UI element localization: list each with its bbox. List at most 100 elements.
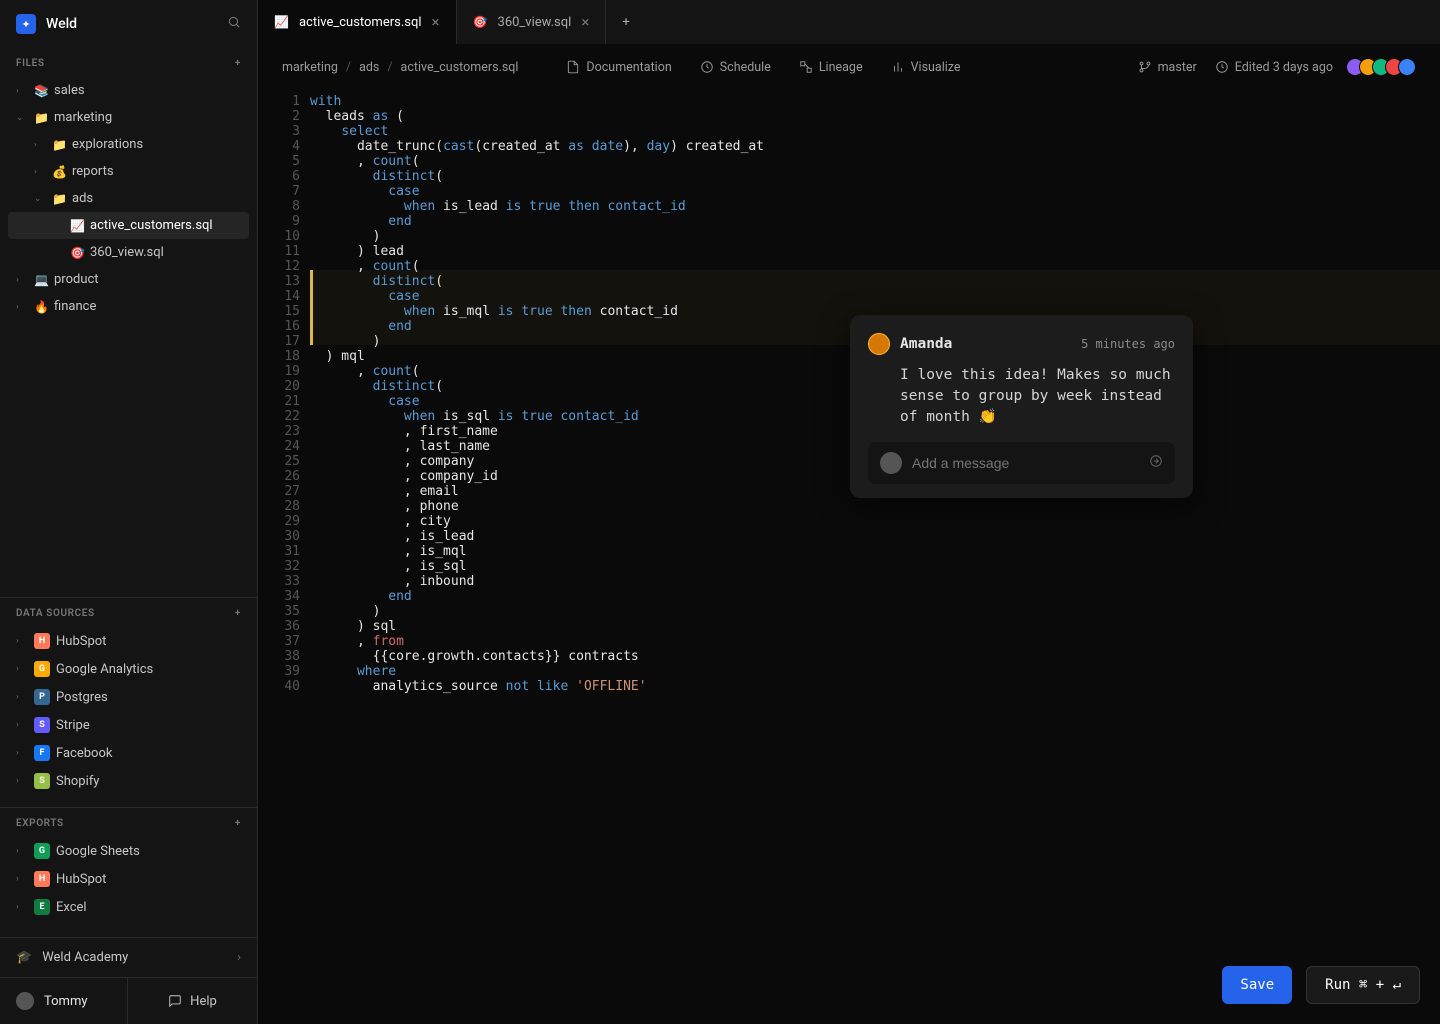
- file-label: explorations: [72, 137, 143, 152]
- file-tree-item[interactable]: ›📚sales: [8, 77, 249, 104]
- file-icon: 📈: [70, 219, 84, 233]
- send-icon[interactable]: [1149, 454, 1163, 472]
- file-tree-item[interactable]: 📈active_customers.sql: [8, 212, 249, 239]
- brand-logo-icon: ✦: [16, 14, 36, 34]
- export-icon: G: [34, 843, 50, 859]
- datasource-item[interactable]: › S Stripe: [8, 711, 249, 739]
- visualize-button[interactable]: Visualize: [891, 60, 961, 75]
- comment-author: Amanda: [900, 337, 952, 352]
- exports-label: EXPORTS: [16, 818, 64, 829]
- file-tree-item[interactable]: ›💰reports: [8, 158, 249, 185]
- line-gutter: 1234567891011121314151617181920212223242…: [258, 90, 310, 1024]
- exports-section-header: EXPORTS +: [0, 808, 257, 835]
- file-label: sales: [54, 83, 85, 98]
- export-icon: H: [34, 871, 50, 887]
- editor-footer-actions: Save Run ⌘ + ↵: [1222, 966, 1420, 1004]
- datasources-section-header: DATA SOURCES +: [0, 598, 257, 625]
- file-icon: 💻: [34, 273, 48, 287]
- export-item[interactable]: ›HHubSpot: [8, 865, 249, 893]
- datasource-icon: S: [34, 717, 50, 733]
- save-button[interactable]: Save: [1222, 966, 1292, 1004]
- doc-icon: [566, 60, 580, 74]
- datasource-label: Google Analytics: [56, 662, 153, 677]
- breadcrumb-2[interactable]: active_customers.sql: [401, 60, 519, 75]
- chevron-icon: ›: [16, 720, 28, 730]
- datasource-label: Stripe: [56, 718, 90, 733]
- add-file-icon[interactable]: +: [235, 58, 241, 69]
- lineage-button[interactable]: Lineage: [799, 60, 863, 75]
- comment-time: 5 minutes ago: [1081, 337, 1175, 352]
- brand: ✦ Weld: [0, 0, 257, 48]
- comment-thread: Amanda 5 minutes ago I love this idea! M…: [850, 315, 1193, 498]
- export-icon: E: [34, 899, 50, 915]
- chevron-icon: ⌄: [16, 113, 28, 123]
- datasource-item[interactable]: ›SShopify: [8, 767, 249, 795]
- datasource-item[interactable]: ›GGoogle Analytics: [8, 655, 249, 683]
- academy-label: Weld Academy: [42, 950, 128, 965]
- branch-indicator[interactable]: master: [1138, 60, 1197, 75]
- file-tree-item[interactable]: ›💻product: [8, 266, 249, 293]
- export-item[interactable]: ›EExcel: [8, 893, 249, 921]
- datasource-icon: S: [34, 773, 50, 789]
- export-item[interactable]: ›GGoogle Sheets: [8, 837, 249, 865]
- datasources-tree: ›HHubSpot›GGoogle Analytics›PPostgres›SS…: [0, 625, 257, 797]
- add-datasource-icon[interactable]: +: [235, 608, 241, 619]
- datasource-label: Postgres: [56, 690, 108, 705]
- file-icon: 📁: [52, 192, 66, 206]
- add-export-icon[interactable]: +: [235, 818, 241, 829]
- editor-tab[interactable]: 📈active_customers.sql×: [258, 0, 457, 44]
- help-link[interactable]: Help: [128, 978, 257, 1024]
- tab-label: 360_view.sql: [498, 15, 572, 30]
- file-tree-item[interactable]: ⌄ 📁 marketing: [8, 104, 249, 131]
- user-avatar-icon: [16, 992, 34, 1010]
- breadcrumb-1[interactable]: ads: [359, 60, 379, 75]
- editor-tab[interactable]: 🎯360_view.sql×: [457, 0, 607, 44]
- tab-icon: 📈: [274, 15, 289, 29]
- datasource-item[interactable]: ›FFacebook: [8, 739, 249, 767]
- exports-tree: ›GGoogle Sheets›HHubSpot›EExcel: [0, 835, 257, 923]
- file-tree-item[interactable]: ›📁explorations: [8, 131, 249, 158]
- breadcrumb-sep: /: [387, 60, 392, 75]
- code-area[interactable]: with leads as ( select date_trunc(cast(c…: [310, 90, 1440, 1024]
- run-button[interactable]: Run ⌘ + ↵: [1306, 966, 1420, 1004]
- search-icon[interactable]: [227, 15, 241, 33]
- file-icon: 📁: [34, 111, 48, 125]
- datasource-label: Facebook: [56, 746, 112, 761]
- file-label: finance: [54, 299, 96, 314]
- chevron-icon: ›: [16, 636, 28, 646]
- datasource-icon: H: [34, 633, 50, 649]
- file-icon: 🔥: [34, 300, 48, 314]
- datasource-item[interactable]: ›PPostgres: [8, 683, 249, 711]
- file-label: 360_view.sql: [90, 245, 164, 260]
- current-user[interactable]: Tommy: [0, 978, 128, 1024]
- weld-academy-link[interactable]: 🎓 Weld Academy ›: [0, 937, 257, 977]
- export-label: Excel: [56, 900, 87, 915]
- export-label: Google Sheets: [56, 844, 140, 859]
- export-label: HubSpot: [56, 872, 106, 887]
- datasource-label: HubSpot: [56, 634, 106, 649]
- file-label: marketing: [54, 110, 112, 125]
- code-editor[interactable]: 1234567891011121314151617181920212223242…: [258, 90, 1440, 1024]
- collaborator-avatars[interactable]: [1351, 58, 1416, 76]
- file-tree-item[interactable]: ›🔥finance: [8, 293, 249, 320]
- chevron-icon: ›: [34, 167, 46, 177]
- chevron-icon: ›: [16, 692, 28, 702]
- comment-avatar-icon: [868, 333, 890, 355]
- help-label: Help: [190, 994, 217, 1009]
- schedule-button[interactable]: Schedule: [700, 60, 771, 75]
- close-tab-icon[interactable]: ×: [581, 13, 589, 31]
- add-tab-button[interactable]: +: [606, 0, 645, 44]
- datasource-item[interactable]: › H HubSpot: [8, 627, 249, 655]
- breadcrumb-0[interactable]: marketing: [282, 60, 338, 75]
- files-section-header: FILES +: [0, 48, 257, 75]
- avatar: [1398, 58, 1416, 76]
- datasource-icon: G: [34, 661, 50, 677]
- close-tab-icon[interactable]: ×: [432, 13, 440, 31]
- file-tree-item[interactable]: ⌄📁ads: [8, 185, 249, 212]
- datasource-icon: F: [34, 745, 50, 761]
- chevron-icon: ›: [34, 140, 46, 150]
- file-tree-item[interactable]: 🎯360_view.sql: [8, 239, 249, 266]
- breadcrumb: marketing / ads / active_customers.sql: [282, 60, 518, 75]
- comment-input[interactable]: [912, 455, 1139, 471]
- documentation-button[interactable]: Documentation: [566, 60, 671, 75]
